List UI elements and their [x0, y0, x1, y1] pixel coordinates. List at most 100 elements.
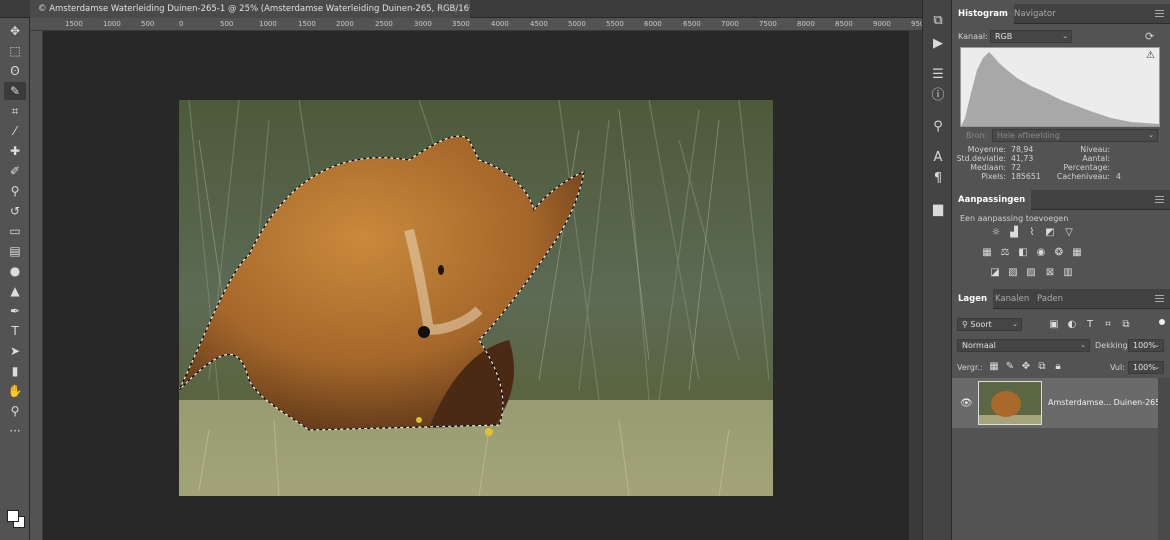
fill-field[interactable]: 100% ⌄ — [1128, 361, 1164, 374]
filter-shape-icon[interactable]: ⌗ — [1102, 319, 1114, 331]
clone-source-icon[interactable]: ⚲ — [929, 118, 947, 136]
path-selection-tool[interactable]: ➤ — [4, 342, 26, 360]
adjustments-panel-menu-icon[interactable] — [1155, 196, 1164, 203]
lasso-tool[interactable]: ʘ — [4, 62, 26, 80]
actions-play-icon[interactable]: ▶ — [929, 35, 947, 53]
ruler-tick-label: 3500 — [452, 20, 470, 28]
lock-transparency-icon[interactable]: ▦ — [988, 361, 1000, 373]
visibility-eye-icon[interactable]: 👁︎ — [960, 398, 973, 409]
quick-selection-tool[interactable]: ✎ — [4, 82, 26, 100]
lock-artboard-icon[interactable]: ⧉ — [1036, 361, 1048, 373]
vertical-scrollbar[interactable] — [909, 31, 922, 540]
opacity-field[interactable]: 100% ⌄ — [1128, 339, 1164, 352]
tab-navigator[interactable]: Navigator — [1008, 4, 1062, 24]
foreground-color-swatch[interactable] — [7, 510, 19, 522]
channel-label: Kanaal: — [958, 32, 988, 41]
marquee-tool[interactable]: ⬚ — [4, 42, 26, 60]
type-tool[interactable]: T — [4, 322, 26, 340]
blur-tool[interactable]: ● — [4, 262, 26, 280]
properties-sliders-icon[interactable]: ☰ — [929, 66, 947, 84]
ruler-tick-label: 4000 — [491, 20, 509, 28]
horizontal-ruler[interactable]: 1500 1000 500 0 500 1000 1500 2000 2500 3000 3500 4… — [30, 18, 929, 31]
curves-icon[interactable]: ⌇ — [1026, 227, 1038, 239]
tab-layers[interactable]: Lagen — [952, 289, 994, 309]
black-white-icon[interactable]: ◧ — [1017, 247, 1029, 259]
filter-toggle-icon[interactable] — [1159, 319, 1165, 325]
stat-pixels-label: Pixels: — [981, 172, 1006, 181]
channel-mixer-icon[interactable]: ❂ — [1053, 247, 1065, 259]
lock-pixels-icon[interactable]: ✎ — [1004, 361, 1016, 373]
character-icon[interactable]: A — [929, 149, 947, 167]
dodge-tool[interactable]: ▲ — [4, 282, 26, 300]
source-select[interactable]: Hele afbeelding ⌄ — [992, 129, 1158, 142]
lock-position-icon[interactable]: ✥ — [1020, 361, 1032, 373]
filter-type-icon[interactable]: T — [1084, 319, 1096, 331]
ruler-tick-label: 6000 — [644, 20, 662, 28]
opacity-label: Dekking: — [1095, 341, 1131, 350]
history-icon[interactable]: ⧉ — [929, 12, 947, 30]
ruler-tick-label: 4500 — [530, 20, 548, 28]
tab-channels[interactable]: Kanalen — [989, 289, 1035, 309]
selective-color-icon[interactable]: ⊠ — [1044, 267, 1056, 279]
threshold-icon[interactable]: ▨ — [1025, 267, 1037, 279]
color-swatches[interactable] — [5, 508, 27, 530]
crop-tool[interactable]: ⌗ — [4, 102, 26, 120]
ruler-tick-label: 2000 — [336, 20, 354, 28]
layers-scrollbar[interactable] — [1158, 378, 1170, 540]
channel-select[interactable]: RGB ⌄ — [990, 30, 1072, 43]
warning-icon[interactable]: ⚠ — [1146, 50, 1155, 61]
tab-histogram[interactable]: Histogram — [952, 4, 1014, 24]
lock-label: Vergr.: — [957, 363, 983, 372]
paragraph-icon[interactable]: ¶ — [929, 170, 947, 188]
vibrance-icon[interactable]: ▽ — [1063, 227, 1075, 239]
shape-tool[interactable]: ▮ — [4, 362, 26, 380]
ruler-tick-label: 3000 — [414, 20, 432, 28]
color-balance-icon[interactable]: ⚖ — [999, 247, 1011, 259]
clone-stamp-tool[interactable]: ⚲ — [4, 182, 26, 200]
vertical-ruler[interactable] — [30, 31, 43, 540]
levels-icon[interactable]: ▟ — [1008, 227, 1020, 239]
zoom-tool[interactable]: ⚲ — [4, 402, 26, 420]
gradient-map-icon[interactable]: ▥ — [1062, 267, 1074, 279]
layers-panel-header: Lagen Kanalen Paden — [952, 289, 1170, 309]
invert-icon[interactable]: ◪ — [989, 267, 1001, 279]
filter-smart-object-icon[interactable]: ⧉ — [1120, 319, 1132, 331]
brush-tool[interactable]: ✐ — [4, 162, 26, 180]
tab-adjustments[interactable]: Aanpassingen — [952, 190, 1032, 210]
ruler-tick-label: 500 — [220, 20, 234, 28]
gradient-tool[interactable]: ▤ — [4, 242, 26, 260]
posterize-icon[interactable]: ▨ — [1007, 267, 1019, 279]
filter-pixel-icon[interactable]: ▣ — [1048, 319, 1060, 331]
color-lookup-icon[interactable]: ▦ — [1071, 247, 1083, 259]
more-tools[interactable]: ··· — [4, 422, 26, 440]
layer-filter-select[interactable]: ⚲ Soort ⌄ — [957, 318, 1022, 331]
brightness-contrast-icon[interactable]: ☼ — [990, 227, 1002, 239]
tab-paths[interactable]: Paden — [1031, 289, 1069, 309]
lock-all-icon[interactable]: 🔒︎ — [1052, 361, 1064, 373]
layers-panel-menu-icon[interactable] — [1155, 295, 1164, 302]
filter-adjustment-icon[interactable]: ◐ — [1066, 319, 1078, 331]
stat-cache-value: 4 — [1116, 172, 1121, 181]
layer-row[interactable]: 👁︎ Amsterdamse... Duinen-265 — [952, 378, 1160, 428]
history-brush-tool[interactable]: ↺ — [4, 202, 26, 220]
eraser-tool[interactable]: ▭ — [4, 222, 26, 240]
document-tab[interactable]: © Amsterdamse Waterleiding Duinen-265-1 … — [30, 0, 470, 18]
tool-presets-icon[interactable]: ▆ — [929, 201, 947, 219]
move-tool[interactable]: ✥ — [4, 22, 26, 40]
eyedropper-tool[interactable]: ⁄ — [4, 122, 26, 140]
chevron-down-icon: ⌄ — [1080, 341, 1086, 349]
photo-filter-icon[interactable]: ◉ — [1035, 247, 1047, 259]
pen-tool[interactable]: ✒ — [4, 302, 26, 320]
opacity-value: 100% — [1133, 341, 1156, 350]
blend-mode-select[interactable]: Normaal ⌄ — [957, 339, 1090, 352]
spot-healing-tool[interactable]: ✚ — [4, 142, 26, 160]
fox-photo[interactable] — [179, 100, 773, 496]
chevron-down-icon: ⌄ — [1062, 32, 1068, 40]
hue-saturation-icon[interactable]: ▦ — [981, 247, 993, 259]
refresh-icon[interactable]: ⟳ — [1145, 30, 1154, 43]
histogram-panel-menu-icon[interactable] — [1155, 10, 1164, 17]
info-icon[interactable]: ⓘ — [929, 87, 947, 105]
hand-tool[interactable]: ✋ — [4, 382, 26, 400]
exposure-icon[interactable]: ◩ — [1044, 227, 1056, 239]
layer-name[interactable]: Amsterdamse... Duinen-265 — [1048, 398, 1160, 407]
